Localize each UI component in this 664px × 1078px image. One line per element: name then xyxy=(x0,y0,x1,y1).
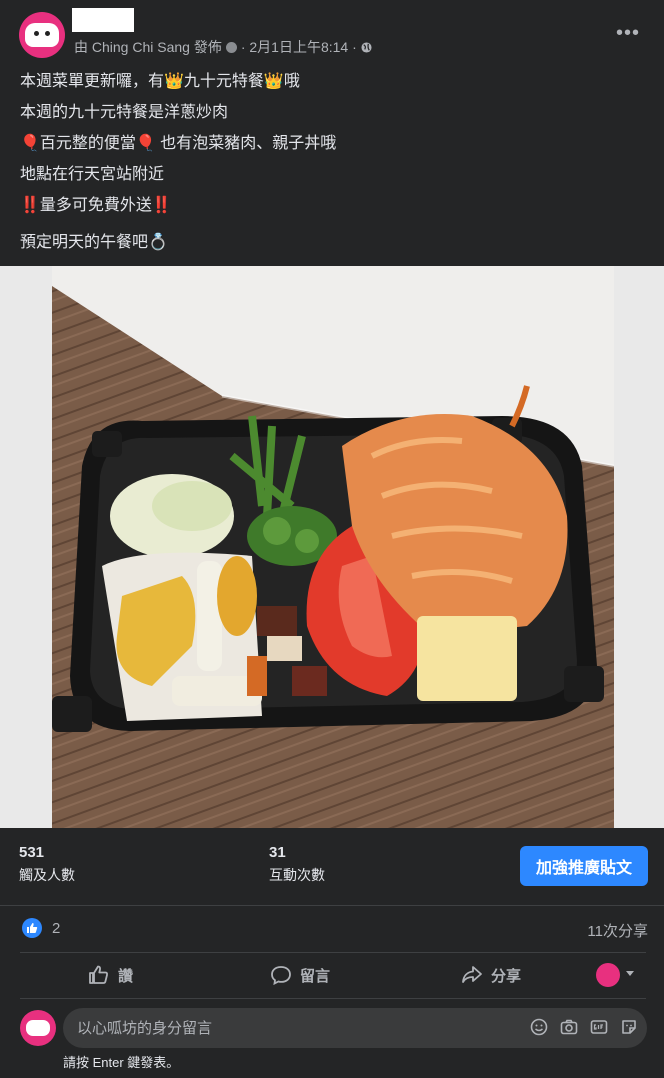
post-line: 🎈百元整的便當🎈 也有泡菜豬肉、親子丼哦 xyxy=(20,135,337,152)
post-line: ‼️量多可免費外送‼️ xyxy=(20,197,172,214)
chevron-down-icon[interactable] xyxy=(626,971,634,976)
boost-post-button[interactable]: 加強推廣貼文 xyxy=(520,846,648,886)
share-label: 分享 xyxy=(491,967,522,985)
post-line: 本週菜單更新囉，有👑九十元特餐👑哦 xyxy=(20,73,300,90)
facebook-post: 由 Ching Chi Sang 發佈 · 2月1日上午8:14 · ••• 本… xyxy=(0,0,664,1078)
post-insights: 531 觸及人數 31 互動次數 加強推廣貼文 xyxy=(0,828,664,906)
reactions-bar: 2 11次分享 xyxy=(0,910,664,950)
post-photo-area[interactable] xyxy=(0,266,664,828)
gif-icon[interactable] xyxy=(590,1018,608,1036)
identity-avatar[interactable] xyxy=(596,963,620,987)
share-count[interactable]: 11次分享 xyxy=(587,920,648,941)
engagement-number: 31 xyxy=(269,844,286,861)
like-reaction-icon[interactable] xyxy=(22,918,42,938)
avatar-logo xyxy=(26,1020,50,1036)
sticker-icon[interactable] xyxy=(620,1018,638,1036)
post-text: 本週菜單更新囉，有👑九十元特餐👑哦 本週的九十元特餐是洋蔥炒肉 🎈百元整的便當🎈… xyxy=(20,66,640,258)
thumbs-up-icon xyxy=(89,965,108,984)
more-options-button[interactable]: ••• xyxy=(616,22,640,45)
post-line: 地點在行天宮站附近 xyxy=(20,166,165,183)
comment-icon xyxy=(271,966,291,985)
comment-button[interactable]: 留言 xyxy=(270,953,330,997)
camera-icon[interactable] xyxy=(560,1018,578,1036)
reach-number: 531 xyxy=(19,844,45,861)
share-icon xyxy=(462,966,482,983)
globe-icon[interactable] xyxy=(361,41,372,53)
comment-tools xyxy=(530,1018,638,1036)
avatar-logo xyxy=(25,23,59,47)
divider xyxy=(0,905,664,906)
engagement-label: 互動次數 xyxy=(269,867,325,883)
post-meta: 由 Ching Chi Sang 發佈 · 2月1日上午8:14 · xyxy=(74,37,372,57)
comment-label: 留言 xyxy=(300,967,331,985)
page-avatar[interactable] xyxy=(19,12,65,58)
info-icon[interactable] xyxy=(225,41,237,53)
comment-composer xyxy=(0,1004,664,1054)
divider xyxy=(20,998,646,999)
reach-label: 觸及人數 xyxy=(19,867,75,883)
post-date[interactable]: · 2月1日上午8:14 · xyxy=(241,37,357,57)
reaction-count[interactable]: 2 xyxy=(52,920,60,937)
page-name-redacted[interactable] xyxy=(72,8,134,32)
bento-illustration xyxy=(52,266,614,828)
post-line: 預定明天的午餐吧💍 xyxy=(20,234,168,251)
like-button[interactable]: 讚 xyxy=(88,953,133,997)
action-bar: 讚 留言 分享 xyxy=(0,953,664,997)
posted-by[interactable]: 由 Ching Chi Sang 發佈 xyxy=(74,37,222,57)
enter-hint: 請按 Enter 鍵發表。 xyxy=(63,1055,180,1070)
bento-photo[interactable] xyxy=(52,266,614,828)
emoji-icon[interactable] xyxy=(530,1018,548,1036)
share-button[interactable]: 分享 xyxy=(461,953,521,997)
like-label: 讚 xyxy=(118,967,134,985)
post-header: 由 Ching Chi Sang 發佈 · 2月1日上午8:14 · ••• xyxy=(0,0,664,64)
engagement-stat[interactable]: 31 互動次數 xyxy=(269,844,325,885)
reach-stat[interactable]: 531 觸及人數 xyxy=(19,844,75,885)
commenter-avatar[interactable] xyxy=(20,1010,56,1046)
post-line: 本週的九十元特餐是洋蔥炒肉 xyxy=(20,104,229,121)
